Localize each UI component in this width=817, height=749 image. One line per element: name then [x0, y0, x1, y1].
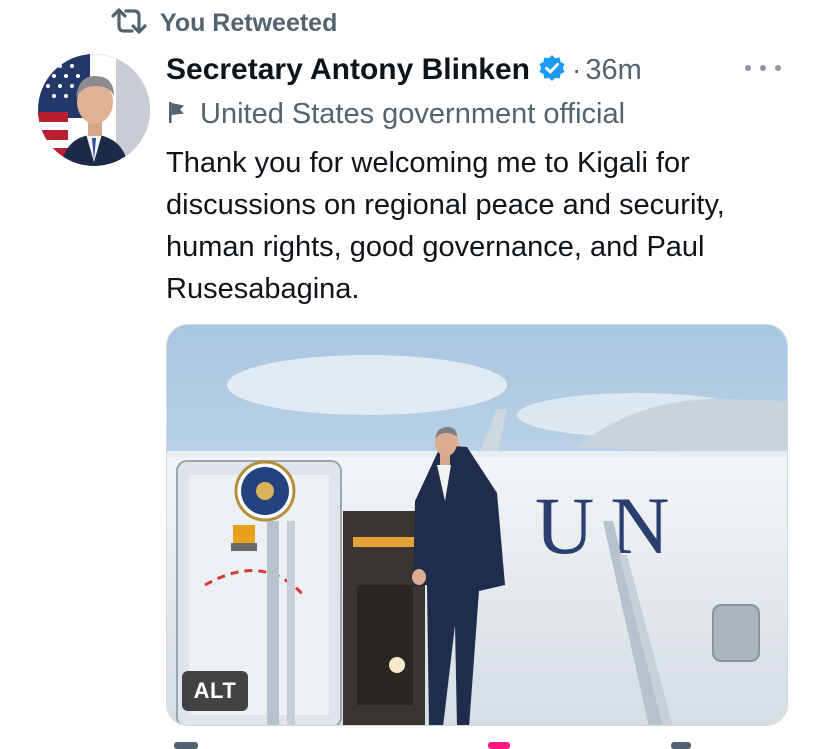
verified-badge-icon	[530, 54, 566, 87]
retweet-label: You Retweeted	[160, 8, 338, 37]
author-display-name[interactable]: Secretary Antony Blinken	[166, 53, 530, 87]
avatar[interactable]	[38, 54, 150, 166]
account-label-text: United States government official	[200, 97, 626, 130]
flag-icon	[166, 100, 188, 129]
tweet-header: Secretary Antony Blinken · 36m	[166, 48, 642, 92]
more-options-icon[interactable]	[745, 56, 781, 80]
separator-dot: ·	[572, 54, 582, 85]
like-icon[interactable]	[488, 742, 510, 749]
tweet-text: Thank you for welcoming me to Kigali for…	[166, 147, 725, 305]
action-bar	[166, 742, 788, 749]
retweet-context[interactable]: You Retweeted	[110, 4, 337, 42]
tweet-photo[interactable]: UN	[166, 324, 788, 726]
account-label[interactable]: United States government official	[166, 94, 625, 134]
retweet-icon	[110, 6, 148, 41]
alt-text-button[interactable]: ALT	[182, 671, 248, 711]
tweet-timestamp[interactable]: 36m	[585, 54, 641, 87]
share-icon[interactable]	[671, 742, 691, 749]
reply-icon[interactable]	[174, 742, 198, 749]
